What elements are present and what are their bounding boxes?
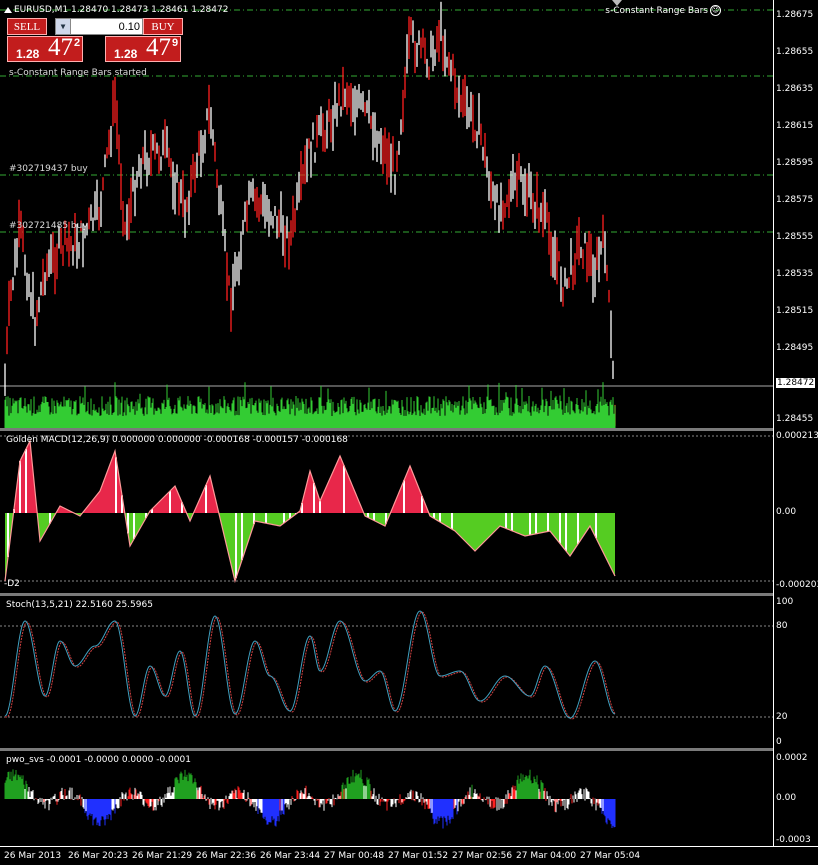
stoch-signal-line [5, 611, 616, 720]
smiley-icon: ☺ [710, 5, 721, 16]
symbol-header: EURUSD,M1 1.28470 1.28473 1.28461 1.2847… [4, 5, 228, 15]
one-click-trading-panel: SELL ▼ BUY 1.28 47 2 1.28 47 9 [7, 18, 183, 62]
price-scale-label: 1.28635 [776, 84, 814, 94]
macd-axis-zero: 0.00 [776, 507, 797, 517]
expert-advisor-label[interactable]: s-Constant Range Bars ☺ [605, 5, 721, 16]
time-label: 26 Mar 23:44 [260, 851, 321, 861]
order-label-1[interactable]: #302719437 buy [9, 164, 88, 174]
price-axis[interactable]: 1.28675 1.28655 1.28635 1.28615 1.28595 1.285… [773, 0, 818, 846]
price-scale-label: 1.28575 [776, 195, 814, 205]
buy-price-display[interactable]: 1.28 47 9 [105, 34, 181, 62]
pwo-title: pwo_svs -0.0001 -0.0000 0.0000 -0.0001 [6, 755, 191, 765]
buy-button[interactable]: BUY [143, 18, 183, 35]
macd-axis-bottom: -0.000203 [776, 580, 818, 590]
time-label: 26 Mar 2013 [4, 851, 62, 861]
pwo-axis-top: 0.0002 [776, 753, 808, 763]
triangle-icon [4, 6, 12, 13]
buy-price-fraction: 9 [172, 37, 179, 49]
time-label: 26 Mar 22:36 [196, 851, 257, 861]
sell-price-pips: 47 [48, 34, 73, 61]
price-scale-label: 1.28495 [776, 343, 814, 353]
pwo-histogram-svg [4, 769, 616, 829]
time-label: 27 Mar 04:00 [516, 851, 577, 861]
buy-price-prefix: 1.28 [114, 47, 138, 61]
price-scale-label: 1.28655 [776, 47, 814, 57]
stoch-level-80: 80 [776, 621, 788, 631]
stochastic-title: Stoch(13,5,21) 22.5160 25.5965 [6, 600, 153, 610]
macd-title: Golden MACD(12,26,9) 0.000000 0.000000 -… [6, 435, 348, 445]
pwo-pane[interactable]: pwo_svs -0.0001 -0.0000 0.0000 -0.0001 [0, 751, 773, 846]
current-price-tag: 1.28472 [776, 378, 816, 388]
time-label: 27 Mar 01:52 [388, 851, 449, 861]
price-scale-label: 1.28455 [776, 414, 814, 424]
macd-histogram-svg [0, 435, 773, 584]
order-label-2[interactable]: #302721485 buy [9, 221, 88, 231]
stoch-level-20: 20 [776, 712, 788, 722]
stochastic-pane[interactable]: Stoch(13,5,21) 22.5160 25.5965 [0, 596, 773, 748]
price-chart-svg [0, 1, 773, 428]
main-chart-pane[interactable]: EURUSD,M1 1.28470 1.28473 1.28461 1.2847… [0, 0, 773, 428]
time-label: 27 Mar 02:56 [452, 851, 513, 861]
stochastic-lines-svg [0, 610, 773, 720]
macd-area-positive [5, 441, 615, 513]
sell-button[interactable]: SELL [7, 18, 47, 35]
time-axis[interactable]: 26 Mar 2013 26 Mar 20:23 26 Mar 21:29 26 Ma… [0, 846, 818, 865]
chart-shift-marker-icon[interactable] [612, 0, 622, 6]
price-scale-label: 1.28535 [776, 269, 814, 279]
price-scale-label: 1.28675 [776, 10, 814, 20]
buy-price-pips: 47 [146, 34, 171, 61]
macd-pane[interactable]: Golden MACD(12,26,9) 0.000000 0.000000 -… [0, 431, 773, 593]
price-scale-label: 1.28555 [776, 232, 814, 242]
symbol-line: EURUSD,M1 1.28470 1.28473 1.28461 1.2847… [14, 5, 229, 15]
pwo-axis-bottom: -0.0003 [776, 835, 811, 845]
time-label: 27 Mar 00:48 [324, 851, 385, 861]
ea-name: s-Constant Range Bars [605, 6, 708, 16]
time-label: 27 Mar 05:04 [580, 851, 641, 861]
time-label: 26 Mar 21:29 [132, 851, 193, 861]
price-scale-label: 1.28515 [776, 306, 814, 316]
lot-dropdown-arrow-icon[interactable]: ▼ [56, 19, 71, 34]
macd-axis-top: 0.000213 [776, 431, 818, 441]
macd-left-label: -D2 [4, 579, 20, 589]
stoch-main-line [4, 610, 616, 719]
stoch-level-0: 0 [776, 737, 782, 747]
stoch-level-100: 100 [776, 597, 794, 607]
ea-started-message: s-Constant Range Bars started [9, 68, 147, 78]
lot-size-control: ▼ [55, 18, 143, 35]
sell-price-display[interactable]: 1.28 47 2 [7, 34, 83, 62]
sell-price-prefix: 1.28 [16, 47, 40, 61]
pwo-axis-zero: 0.00 [776, 793, 797, 803]
lot-size-input[interactable] [72, 19, 140, 34]
sell-price-fraction: 2 [74, 37, 81, 49]
price-scale-label: 1.28595 [776, 158, 814, 168]
time-label: 26 Mar 20:23 [68, 851, 129, 861]
price-scale-label: 1.28615 [776, 121, 814, 131]
